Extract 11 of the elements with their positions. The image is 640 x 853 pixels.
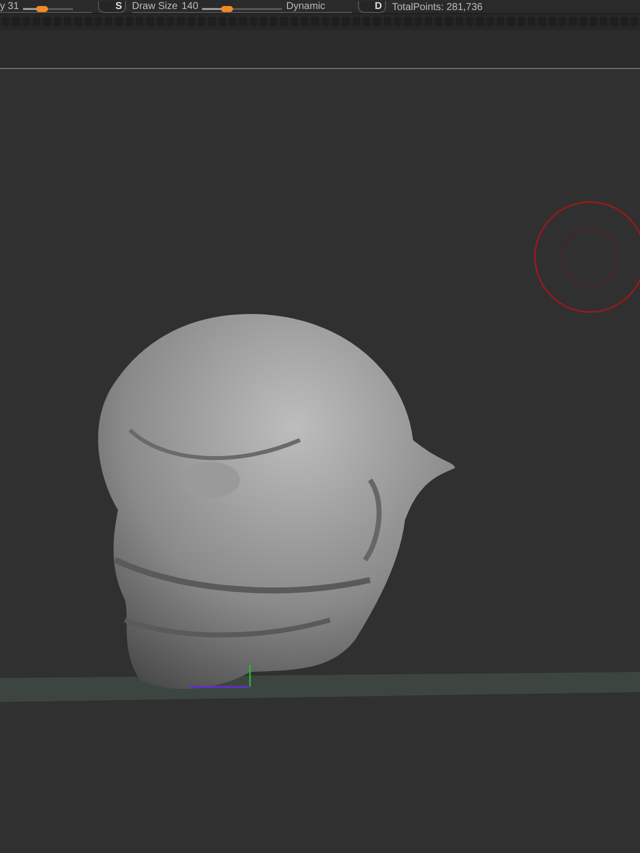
brush-cursor-icon <box>534 201 640 313</box>
d-button[interactable]: D <box>358 1 386 13</box>
draw-size-label: Draw Size <box>132 1 178 12</box>
slider-thumb[interactable] <box>221 6 234 12</box>
s-button[interactable]: S <box>98 1 126 13</box>
draw-size-value: 140 <box>182 1 198 12</box>
axis-gizmo-icon <box>190 665 251 688</box>
dynamic-label: Dynamic <box>286 1 326 12</box>
total-points: TotalPoints: 281,736 <box>392 2 483 13</box>
slider-thumb[interactable] <box>36 6 48 12</box>
intensity-label: y 31 <box>0 1 19 12</box>
